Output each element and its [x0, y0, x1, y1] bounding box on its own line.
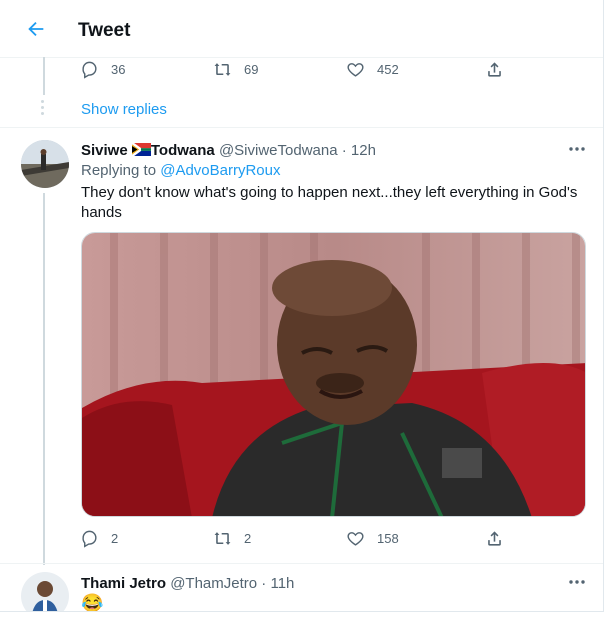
south-africa-flag-icon: [131, 141, 151, 158]
replying-to-label: Replying to: [81, 162, 157, 179]
like-button[interactable]: 452: [346, 60, 399, 79]
show-replies-link[interactable]: Show replies: [81, 101, 167, 118]
replying-to-link[interactable]: @AdvoBarryRoux: [160, 162, 280, 179]
tweet-author-row: Siviwe Todwana @SiviweTodwana · 12h: [81, 141, 376, 159]
tweet-text: They don't know what's going to happen n…: [81, 184, 578, 221]
share-button[interactable]: [485, 60, 504, 79]
retweet-button[interactable]: 69: [213, 60, 258, 79]
divider: [0, 563, 603, 564]
thread-line: [43, 193, 45, 565]
tweet-thread-view: Tweet 36 69 452 Show replies Siviwe Todw…: [0, 0, 604, 612]
author-name[interactable]: Siviwe: [81, 142, 128, 159]
author-name-suffix[interactable]: Todwana: [151, 142, 215, 159]
tweet-time[interactable]: 12h: [351, 142, 376, 159]
avatar-image: [21, 572, 69, 611]
tweet-text: 😂: [81, 593, 104, 612]
photo: [82, 233, 585, 516]
retweet-icon: [214, 532, 231, 545]
page-title: Tweet: [78, 20, 131, 41]
more-options-icon[interactable]: [568, 579, 586, 585]
author-handle[interactable]: @ThamJetro: [170, 575, 257, 592]
like-button[interactable]: 158: [346, 529, 399, 548]
share-icon: [488, 62, 501, 77]
share-button[interactable]: [485, 529, 504, 548]
heart-icon: [347, 532, 364, 546]
thread-dots: [40, 100, 46, 118]
reply-button[interactable]: 2: [80, 529, 118, 548]
heart-icon: [347, 63, 364, 77]
share-icon: [488, 531, 501, 546]
author-handle[interactable]: @SiviweTodwana: [219, 142, 338, 159]
more-options-icon[interactable]: [568, 146, 586, 152]
retweet-button[interactable]: 2: [213, 529, 251, 548]
reply-count: 2: [111, 531, 119, 546]
thread-line: [43, 57, 45, 95]
tweet-time[interactable]: 11h: [270, 575, 294, 592]
like-count: 452: [377, 62, 399, 77]
reply-button[interactable]: 36: [80, 60, 125, 79]
prev-tweet-actions: 36 69 452: [80, 60, 520, 82]
reply-count: 36: [111, 62, 126, 77]
retweet-count: 69: [244, 62, 259, 77]
back-arrow-icon[interactable]: [25, 18, 47, 40]
reply-icon: [82, 530, 97, 548]
retweet-icon: [214, 63, 231, 76]
divider: [0, 127, 603, 128]
reply-icon: [82, 61, 97, 79]
reply-author-row: Thami Jetro @ThamJetro · 11h: [81, 575, 295, 592]
tweet-actions: 2 2 158: [80, 529, 520, 551]
avatar-image: [21, 140, 69, 188]
avatar[interactable]: [21, 140, 69, 188]
avatar[interactable]: [21, 572, 69, 611]
author-name[interactable]: Thami Jetro: [81, 575, 166, 592]
tweet-media-image[interactable]: [81, 232, 586, 517]
page-header: Tweet: [0, 0, 603, 58]
retweet-count: 2: [244, 531, 252, 546]
like-count: 158: [377, 531, 399, 546]
replying-to: Replying to @AdvoBarryRoux: [81, 162, 281, 179]
